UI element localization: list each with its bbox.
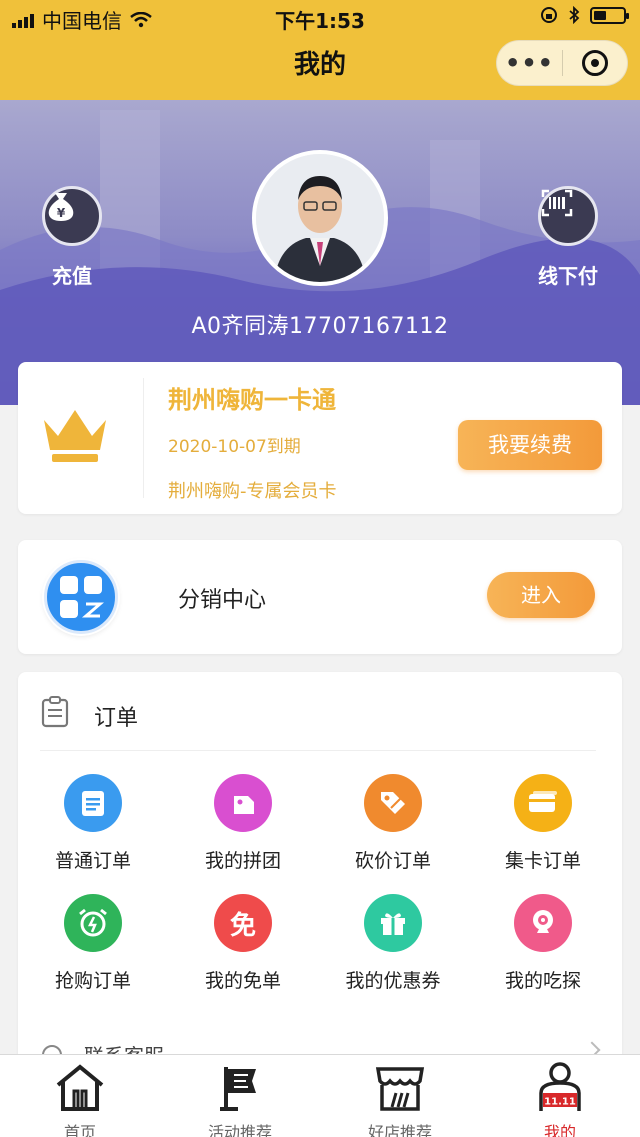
order-item-label: 抢购订单: [54, 970, 131, 992]
shop-icon: [375, 1067, 425, 1111]
orders-divider: [40, 750, 596, 751]
username: A0齐同涛17707167112: [191, 314, 449, 339]
distribution-enter-button[interactable]: 进入: [487, 572, 595, 618]
tab-activities[interactable]: 活动推荐: [160, 1061, 320, 1137]
renew-button[interactable]: 我要续费: [458, 420, 602, 470]
order-item-label: 普通订单: [54, 850, 131, 872]
home-icon: [56, 1064, 104, 1111]
price-tag-icon: [364, 774, 422, 832]
recharge-label: 充值: [52, 264, 92, 288]
more-button[interactable]: •••: [497, 49, 562, 77]
tab-label: 活动推荐: [207, 1123, 272, 1137]
order-item-bargain[interactable]: 砍价订单: [318, 774, 468, 873]
mini-program-capsule: •••: [496, 40, 628, 86]
tab-home[interactable]: 首页: [0, 1061, 160, 1137]
order-item-label: 我的吃探: [504, 970, 581, 992]
free-glyph: 免: [229, 910, 256, 941]
order-item-free[interactable]: 免 我的免单: [168, 894, 318, 993]
distribution-logo-icon: [44, 560, 118, 634]
order-item-food-explore[interactable]: 我的吃探: [468, 894, 618, 993]
recharge-button[interactable]: ¥: [42, 186, 102, 246]
avatar-portrait: [256, 154, 384, 282]
close-button[interactable]: [563, 50, 627, 76]
order-item-normal[interactable]: 普通订单: [18, 774, 168, 873]
orientation-lock-icon: [541, 7, 557, 23]
order-item-flash-sale[interactable]: 抢购订单: [18, 894, 168, 993]
member-card: 荆州嗨购一卡通 2020-10-07到期 荆州嗨购-专属会员卡 我要续费: [18, 362, 622, 514]
tab-badge: 11.11: [544, 1097, 576, 1108]
order-item-coupon[interactable]: 我的优惠券: [318, 894, 468, 993]
bluetooth-icon: [569, 6, 580, 24]
close-target-icon: [581, 50, 608, 76]
tab-mine[interactable]: 11.11 我的: [480, 1061, 640, 1137]
member-card-title: 荆州嗨购一卡通: [168, 386, 336, 414]
order-item-label: 集卡订单: [504, 850, 581, 872]
flag-icon: [220, 1067, 256, 1111]
tab-label: 我的: [543, 1123, 576, 1137]
card-icon: [514, 774, 572, 832]
member-card-description: 荆州嗨购-专属会员卡: [168, 481, 337, 502]
offline-pay-label: 线下付: [538, 264, 598, 288]
status-bar: 中国电信 下午1:53: [0, 0, 640, 34]
order-list-icon: [41, 696, 69, 728]
order-item-label: 我的免单: [204, 970, 281, 992]
tag-icon: [214, 774, 272, 832]
battery-icon: [590, 6, 629, 24]
status-right: [540, 6, 629, 24]
tab-label: 首页: [63, 1123, 96, 1137]
alarm-clock-icon: [64, 894, 122, 952]
member-card-divider: [143, 378, 144, 498]
clipboard-icon: [64, 774, 122, 832]
order-item-group[interactable]: 我的拼团: [168, 774, 318, 873]
distribution-center-card[interactable]: 分销中心 进入: [18, 540, 622, 654]
crown-icon: [44, 410, 106, 462]
tab-shops[interactable]: 好店推荐: [320, 1061, 480, 1137]
camera-icon: [514, 894, 572, 952]
order-item-card-collect[interactable]: 集卡订单: [468, 774, 618, 873]
orders-card: 订单 普通订单 我的拼团 砍价订单 集卡订单 抢购订单 免 我的免单 我的优惠券…: [18, 672, 622, 1072]
barcode-scan-icon: [541, 189, 573, 217]
order-item-label: 我的优惠券: [345, 970, 441, 992]
yen-symbol: ¥: [57, 206, 66, 220]
orders-title: 订单: [94, 706, 139, 731]
free-icon: 免: [214, 894, 272, 952]
avatar[interactable]: [252, 150, 388, 286]
gift-icon: [364, 894, 422, 952]
offline-pay-button[interactable]: [538, 186, 598, 246]
money-bag-icon: ¥: [48, 193, 74, 221]
order-item-label: 我的拼团: [204, 850, 281, 872]
top-bar: 中国电信 下午1:53 我的 •••: [0, 0, 640, 100]
tab-bar: 首页 活动推荐 好店推荐 11.11 我的: [0, 1054, 640, 1137]
distribution-label: 分销中心: [178, 588, 267, 613]
profile-icon: 11.11: [539, 1062, 581, 1111]
tab-label: 好店推荐: [367, 1123, 432, 1137]
member-card-expire: 2020-10-07到期: [168, 437, 301, 457]
order-item-label: 砍价订单: [354, 850, 431, 872]
